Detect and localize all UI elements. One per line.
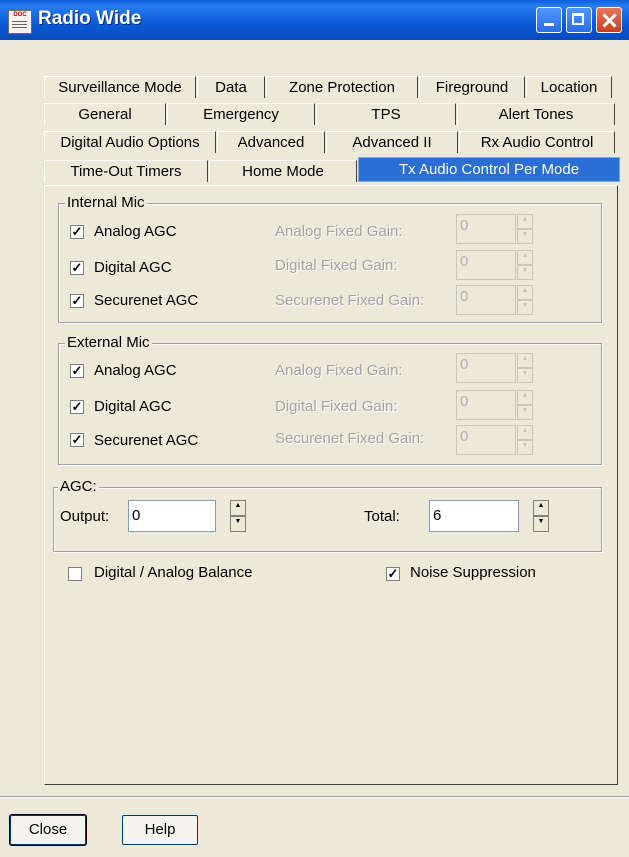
window-title: Radio Wide (38, 8, 142, 29)
agc-output-field[interactable]: 0 (128, 500, 216, 532)
radio-wide-window: DOC Radio Wide Surveillance Mode Data Zo… (0, 0, 629, 856)
internal-analog-fixed-gain-label: Analog Fixed Gain: (275, 223, 403, 240)
tab-time-out-timers[interactable]: Time-Out Timers (44, 160, 208, 182)
help-button[interactable]: Help (122, 815, 198, 845)
internal-mic-legend: Internal Mic (65, 194, 147, 211)
external-securenet-agc-checkbox[interactable]: ✓ (70, 433, 84, 447)
maximize-icon[interactable] (566, 7, 592, 33)
tab-digital-audio-options[interactable]: Digital Audio Options (44, 131, 216, 153)
tab-advanced-ii[interactable]: Advanced II (326, 131, 458, 153)
external-analog-agc-label: Analog AGC (94, 362, 177, 379)
tab-general[interactable]: General (44, 103, 166, 125)
agc-total-field[interactable]: 6 (429, 500, 519, 532)
tab-surveillance-mode[interactable]: Surveillance Mode (44, 76, 196, 98)
tab-tps[interactable]: TPS (316, 103, 456, 125)
internal-digital-fixed-gain-field[interactable]: 0 (456, 250, 516, 280)
agc-group: AGC: Output: 0 ▲ ▼ Total: 6 ▲ ▼ (53, 478, 602, 552)
internal-analog-fixed-gain-field[interactable]: 0 (456, 214, 516, 244)
external-mic-group: External Mic ✓ Analog AGC Analog Fixed G… (58, 334, 602, 465)
external-digital-agc-checkbox[interactable]: ✓ (70, 400, 84, 414)
external-digital-agc-label: Digital AGC (94, 398, 172, 415)
internal-digital-agc-checkbox[interactable]: ✓ (70, 261, 84, 275)
agc-legend: AGC: (58, 478, 99, 495)
agc-output-spinner[interactable]: ▲ ▼ (230, 500, 246, 532)
agc-total-spinner[interactable]: ▲ ▼ (533, 500, 549, 532)
internal-securenet-agc-label: Securenet AGC (94, 292, 199, 309)
external-analog-agc-checkbox[interactable]: ✓ (70, 364, 84, 378)
tab-fireground[interactable]: Fireground (419, 76, 525, 98)
agc-total-label: Total: (364, 508, 400, 525)
digital-analog-balance-label: Digital / Analog Balance (94, 564, 253, 581)
internal-analog-agc-label: Analog AGC (94, 223, 177, 240)
tab-advanced[interactable]: Advanced (217, 131, 325, 153)
internal-analog-agc-checkbox[interactable]: ✓ (70, 225, 84, 239)
internal-digital-fixed-gain-label: Digital Fixed Gain: (275, 257, 398, 274)
external-digital-fixed-gain-label: Digital Fixed Gain: (275, 398, 398, 415)
external-analog-fixed-gain-label: Analog Fixed Gain: (275, 362, 403, 379)
tab-rx-audio-control[interactable]: Rx Audio Control (459, 131, 615, 153)
external-securenet-fixed-gain-label: Securenet Fixed Gain: (275, 430, 425, 447)
tab-home-mode[interactable]: Home Mode (209, 160, 357, 182)
tab-alert-tones[interactable]: Alert Tones (457, 103, 615, 125)
tab-location[interactable]: Location (526, 76, 612, 98)
internal-digital-agc-label: Digital AGC (94, 259, 172, 276)
button-bar: Close Help (0, 796, 629, 857)
noise-suppression-checkbox[interactable]: ✓ (386, 567, 400, 581)
noise-suppression-label: Noise Suppression (410, 564, 536, 581)
external-digital-fixed-gain-field[interactable]: 0 (456, 390, 516, 420)
close-icon[interactable] (596, 7, 622, 33)
agc-output-label: Output: (60, 508, 110, 525)
tab-panel: Internal Mic ✓ Analog AGC Analog Fixed G… (44, 185, 618, 785)
document-icon: DOC (8, 10, 32, 34)
internal-securenet-fixed-gain-field[interactable]: 0 (456, 285, 516, 315)
internal-securenet-fixed-gain-label: Securenet Fixed Gain: (275, 292, 425, 309)
title-bar[interactable]: DOC Radio Wide (0, 0, 629, 40)
external-securenet-fixed-gain-spinner[interactable]: ▲ ▼ (517, 425, 533, 455)
external-analog-fixed-gain-field[interactable]: 0 (456, 353, 516, 383)
tab-zone-protection[interactable]: Zone Protection (266, 76, 418, 98)
external-digital-fixed-gain-spinner[interactable]: ▲ ▼ (517, 390, 533, 420)
tab-emergency[interactable]: Emergency (167, 103, 315, 125)
external-mic-legend: External Mic (65, 334, 152, 351)
internal-analog-fixed-gain-spinner[interactable]: ▲ ▼ (517, 214, 533, 244)
internal-digital-fixed-gain-spinner[interactable]: ▲ ▼ (517, 250, 533, 280)
internal-securenet-agc-checkbox[interactable]: ✓ (70, 294, 84, 308)
internal-mic-group: Internal Mic ✓ Analog AGC Analog Fixed G… (58, 194, 602, 323)
internal-securenet-fixed-gain-spinner[interactable]: ▲ ▼ (517, 285, 533, 315)
digital-analog-balance-checkbox[interactable] (68, 567, 82, 581)
external-securenet-fixed-gain-field[interactable]: 0 (456, 425, 516, 455)
tab-data[interactable]: Data (197, 76, 265, 98)
external-securenet-agc-label: Securenet AGC (94, 432, 199, 449)
minimize-icon[interactable] (536, 7, 562, 33)
external-analog-fixed-gain-spinner[interactable]: ▲ ▼ (517, 353, 533, 383)
tab-tx-audio-control-per-mode[interactable]: Tx Audio Control Per Mode (358, 157, 620, 182)
close-button[interactable]: Close (9, 814, 87, 846)
